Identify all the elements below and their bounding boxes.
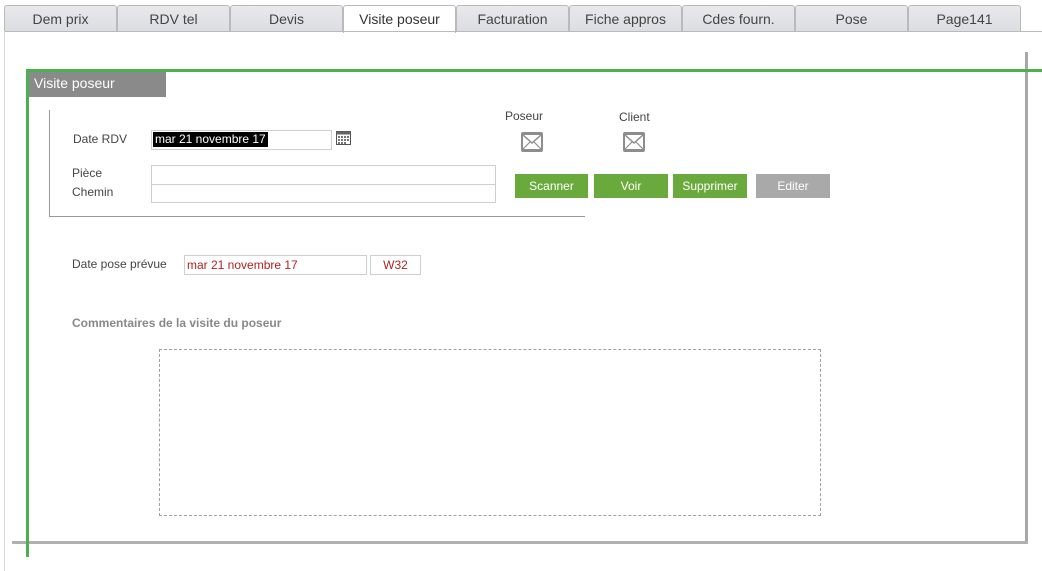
section-top-border: [26, 69, 1042, 72]
envelope-icon[interactable]: [520, 131, 544, 153]
chemin-label: Chemin: [72, 185, 114, 199]
client-mail-label: Client: [619, 110, 650, 124]
date-pose-label: Date pose prévue: [72, 257, 167, 271]
page-border: [4, 31, 5, 571]
tab-cdes-fourn[interactable]: Cdes fourn.: [682, 5, 795, 31]
section-title: Visite poseur: [29, 72, 166, 97]
calendar-icon[interactable]: [336, 131, 351, 145]
rdv-box-bottom-border: [49, 216, 585, 217]
scanner-button[interactable]: Scanner: [515, 174, 588, 198]
tab-rdv-tel[interactable]: RDV tel: [117, 5, 230, 31]
rdv-box-left-border: [49, 110, 50, 217]
chemin-field[interactable]: [151, 184, 496, 203]
piece-label: Pièce: [72, 166, 103, 180]
frame-bottom-border: [12, 541, 1028, 544]
comments-title: Commentaires de la visite du poseur: [72, 316, 282, 330]
comments-textarea[interactable]: [159, 349, 821, 516]
voir-button[interactable]: Voir: [594, 174, 668, 198]
tab-visite-poseur[interactable]: Visite poseur: [343, 5, 456, 33]
frame-right-border: [1025, 52, 1028, 543]
tab-facturation[interactable]: Facturation: [456, 5, 569, 31]
piece-field[interactable]: [151, 165, 496, 185]
tab-fiche-appros[interactable]: Fiche appros: [569, 5, 682, 31]
poseur-mail-label: Poseur: [505, 109, 544, 123]
tab-dem-prix[interactable]: Dem prix: [4, 5, 117, 31]
tab-bar: Dem prix RDV tel Devis Visite poseur Fac…: [4, 5, 1042, 33]
section-left-border: [26, 69, 29, 557]
tab-page141[interactable]: Page141: [908, 5, 1021, 31]
tab-underline: [4, 31, 1042, 32]
tab-devis[interactable]: Devis: [230, 5, 343, 31]
envelope-icon[interactable]: [622, 131, 646, 153]
week-field[interactable]: W32: [370, 255, 421, 275]
tab-pose[interactable]: Pose: [795, 5, 908, 31]
date-pose-field[interactable]: mar 21 novembre 17: [184, 255, 367, 275]
date-rdv-label: Date RDV: [73, 132, 128, 146]
date-rdv-field[interactable]: mar 21 novembre 17: [151, 130, 332, 150]
date-rdv-value: mar 21 novembre 17: [153, 132, 268, 147]
supprimer-button[interactable]: Supprimer: [673, 174, 747, 198]
editer-button[interactable]: Editer: [756, 174, 830, 198]
